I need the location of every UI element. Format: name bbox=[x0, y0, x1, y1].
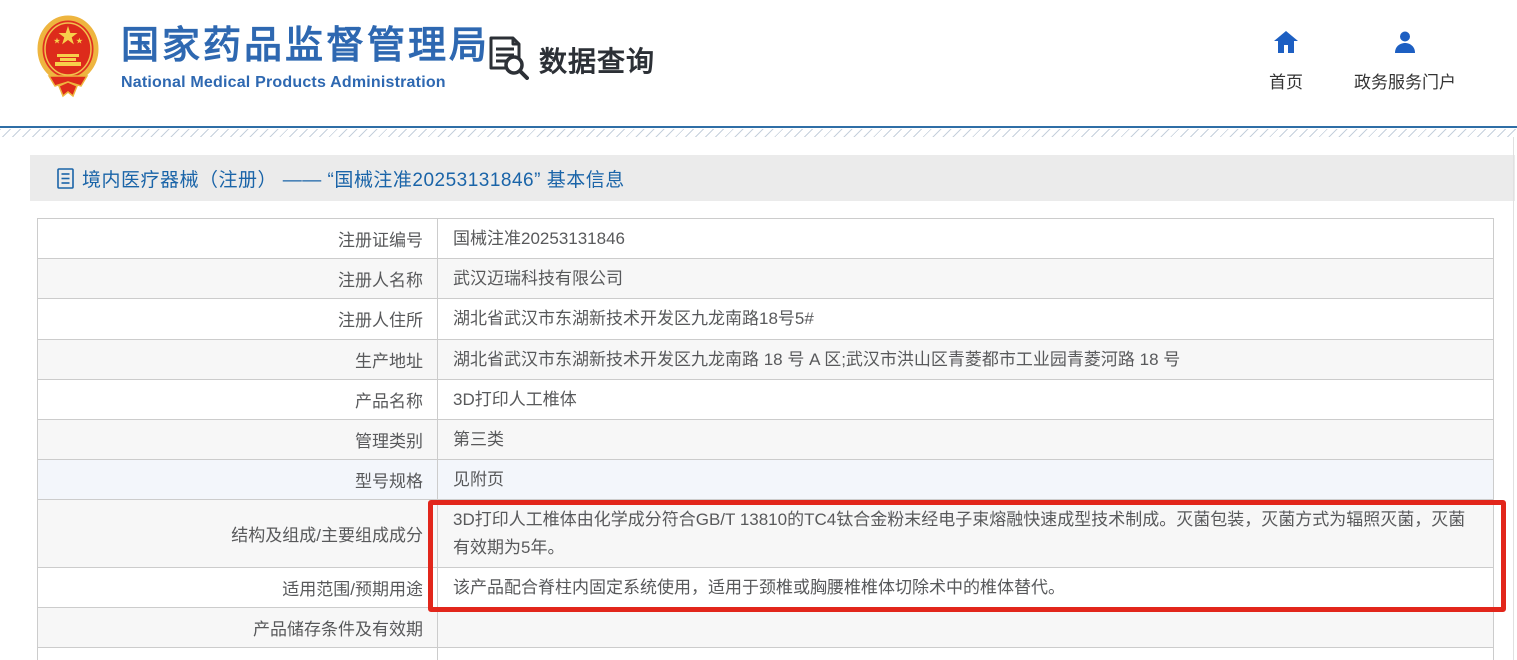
row-label: 生产地址 bbox=[38, 340, 438, 379]
row-value: 湖北省武汉市东湖新技术开发区九龙南路 18 号 A 区;武汉市洪山区青菱都市工业… bbox=[438, 340, 1493, 379]
row-value: 3D打印人工椎体由化学成分符合GB/T 13810的TC4钛合金粉末经电子束熔融… bbox=[438, 500, 1493, 566]
table-row: 结构及组成/主要组成成分3D打印人工椎体由化学成分符合GB/T 13810的TC… bbox=[38, 500, 1493, 567]
nav-service-portal-label: 政务服务门户 bbox=[1354, 68, 1456, 93]
data-query-label: 数据查询 bbox=[539, 40, 655, 80]
row-value bbox=[438, 608, 1493, 647]
row-label: 适用范围/预期用途 bbox=[38, 568, 438, 607]
table-row: 生产地址湖北省武汉市东湖新技术开发区九龙南路 18 号 A 区;武汉市洪山区青菱… bbox=[38, 340, 1493, 380]
site-header: 国家药品监督管理局 National Medical Products Admi… bbox=[0, 0, 1517, 127]
row-label: 产品储存条件及有效期 bbox=[38, 608, 438, 647]
row-value: 3D打印人工椎体 bbox=[438, 380, 1493, 419]
row-label: 注册证编号 bbox=[38, 219, 438, 258]
table-row: 注册人名称武汉迈瑞科技有限公司 bbox=[38, 259, 1493, 299]
org-name-cn: 国家药品监督管理局 bbox=[121, 26, 490, 68]
row-label: 产品名称 bbox=[38, 380, 438, 419]
document-search-icon bbox=[487, 34, 529, 85]
row-value: 武汉迈瑞科技有限公司 bbox=[438, 259, 1493, 298]
row-label: 结构及组成/主要组成成分 bbox=[38, 500, 438, 566]
home-icon bbox=[1273, 30, 1299, 59]
row-label: 注册人住所 bbox=[38, 299, 438, 338]
nav-home-label: 首页 bbox=[1269, 68, 1303, 93]
content-right-edge bbox=[1513, 137, 1514, 660]
row-label: 注册人名称 bbox=[38, 259, 438, 298]
table-row: 产品储存条件及有效期 bbox=[38, 608, 1493, 648]
row-label: 管理类别 bbox=[38, 420, 438, 459]
page: 国家药品监督管理局 National Medical Products Admi… bbox=[0, 0, 1517, 660]
row-label bbox=[38, 648, 438, 660]
header-divider-line bbox=[0, 126, 1517, 128]
nav-service-portal[interactable]: 政务服务门户 bbox=[1354, 30, 1456, 93]
row-value: 国械注准20253131846 bbox=[438, 219, 1493, 258]
table-row: 型号规格见附页 bbox=[38, 460, 1493, 500]
section-title-bar: 境内医疗器械（注册） —— “国械注准20253131846” 基本信息 bbox=[30, 155, 1515, 201]
top-nav: 首页 政务服务门户 bbox=[1258, 30, 1456, 93]
row-label: 型号规格 bbox=[38, 460, 438, 499]
table-row: 注册人住所湖北省武汉市东湖新技术开发区九龙南路18号5# bbox=[38, 299, 1493, 339]
data-query-section[interactable]: 数据查询 bbox=[487, 34, 655, 85]
table-row-partial bbox=[38, 648, 1493, 660]
row-value: 湖北省武汉市东湖新技术开发区九龙南路18号5# bbox=[438, 299, 1493, 338]
hatch-pattern-band bbox=[0, 129, 1517, 137]
row-value: 第三类 bbox=[438, 420, 1493, 459]
row-value: 见附页 bbox=[438, 460, 1493, 499]
page-title: 境内医疗器械（注册） —— “国械注准20253131846” 基本信息 bbox=[82, 165, 625, 192]
table-row: 产品名称3D打印人工椎体 bbox=[38, 380, 1493, 420]
org-title-block: 国家药品监督管理局 National Medical Products Admi… bbox=[121, 12, 490, 92]
table-row: 适用范围/预期用途该产品配合脊柱内固定系统使用，适用于颈椎或胸腰椎椎体切除术中的… bbox=[38, 568, 1493, 608]
row-value: 该产品配合脊柱内固定系统使用，适用于颈椎或胸腰椎椎体切除术中的椎体替代。 bbox=[438, 568, 1493, 607]
national-emblem-icon bbox=[37, 12, 99, 103]
nmpa-logo[interactable]: 国家药品监督管理局 National Medical Products Admi… bbox=[37, 12, 490, 103]
org-name-en: National Medical Products Administration bbox=[121, 74, 490, 92]
document-icon bbox=[57, 168, 74, 189]
table-row: 管理类别第三类 bbox=[38, 420, 1493, 460]
row-value bbox=[438, 648, 1493, 660]
registration-info-table: 注册证编号国械注准20253131846注册人名称武汉迈瑞科技有限公司注册人住所… bbox=[37, 218, 1494, 660]
user-icon bbox=[1393, 30, 1417, 59]
table-row: 注册证编号国械注准20253131846 bbox=[38, 219, 1493, 259]
nav-home[interactable]: 首页 bbox=[1258, 30, 1314, 93]
